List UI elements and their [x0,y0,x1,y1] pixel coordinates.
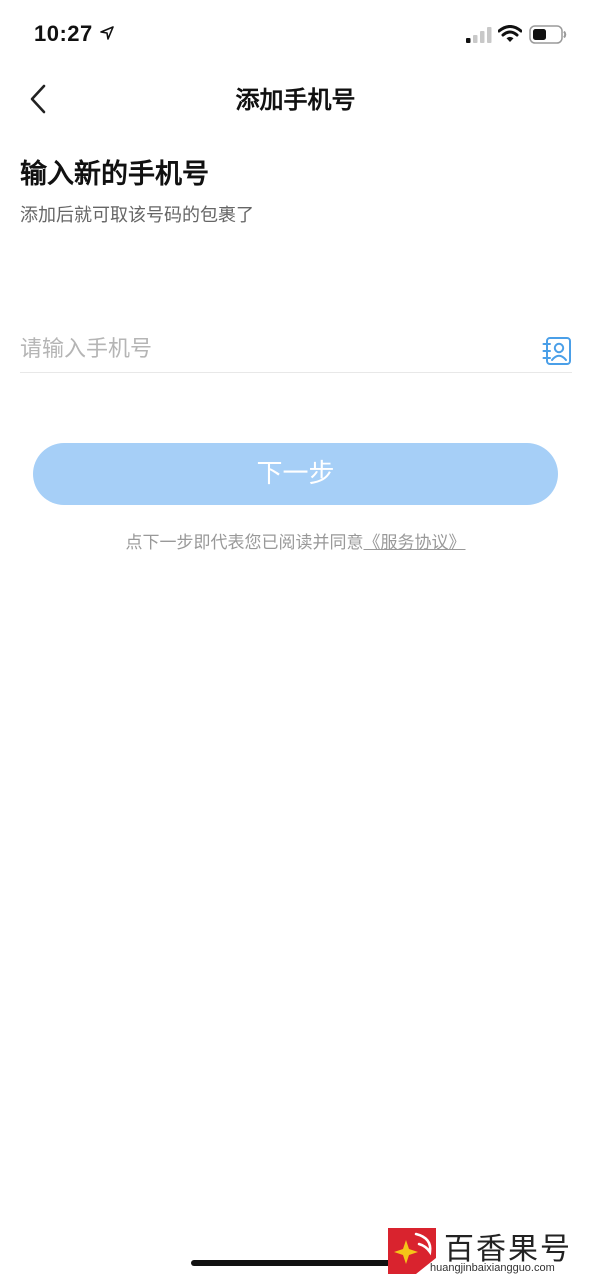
battery-icon [529,25,567,44]
page-title: 添加手机号 [235,86,356,114]
location-arrow-icon [100,26,114,40]
phone-input-row [20,328,572,373]
watermark-url: huangjinbaixiangguo.com [430,1262,555,1274]
agreement-notice: 点下一步即代表您已阅读并同意《服务协议》 [0,528,591,553]
status-time: 10:27 [34,21,93,46]
watermark: 百香果号 huangjinbaixiangguo.com [386,1222,586,1278]
status-bar: 10:27 [0,0,591,70]
wifi-icon [498,25,522,42]
home-indicator[interactable] [191,1260,401,1266]
section-subheading: 添加后就可取该号码的包裹了 [20,205,254,226]
contacts-button[interactable] [542,336,572,366]
nav-bar: 添加手机号 [0,70,591,120]
agreement-text: 点下一步即代表您已阅读并同意 [125,533,364,553]
service-agreement-link[interactable]: 《服务协议》 [364,533,466,553]
next-step-button[interactable]: 下一步 [33,443,558,505]
section-heading: 输入新的手机号 [20,159,209,190]
cellular-signal-icon [466,27,492,43]
contact-book-icon [542,337,571,365]
phone-number-input[interactable] [20,328,520,370]
